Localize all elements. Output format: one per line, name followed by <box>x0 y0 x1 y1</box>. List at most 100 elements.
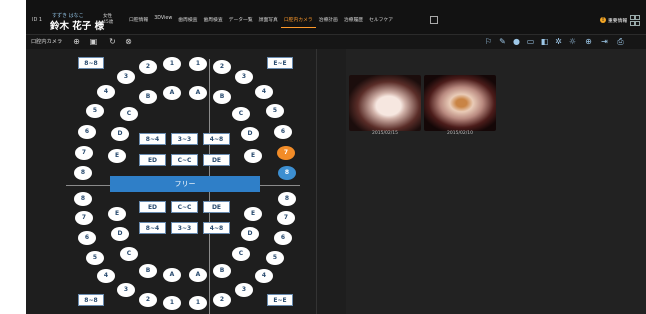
tooth[interactable]: 1 <box>189 57 207 71</box>
notice-label[interactable]: 重要情報 <box>608 17 627 24</box>
tab-intraoral-camera[interactable]: 口腔内カメラ <box>280 14 316 28</box>
group-tag[interactable]: C~C <box>171 201 198 213</box>
tab-perio-exam[interactable]: 歯周検査 <box>175 14 200 28</box>
tooth[interactable]: 3 <box>235 283 253 297</box>
tooth[interactable]: E <box>244 149 262 163</box>
tooth[interactable]: 7 <box>75 211 93 225</box>
range-tag-upper-left[interactable]: 8~8 <box>78 57 104 69</box>
tooth[interactable]: 4 <box>97 85 115 99</box>
group-tag[interactable]: ED <box>139 154 166 166</box>
frame-icon[interactable]: ▣ <box>89 37 98 46</box>
tooth[interactable]: A <box>163 268 181 282</box>
tooth[interactable]: D <box>111 227 129 241</box>
export-icon[interactable]: ⇥ <box>600 37 609 46</box>
tooth[interactable]: B <box>213 264 231 278</box>
tooth[interactable]: E <box>244 207 262 221</box>
tab-perio-exam-2[interactable]: 歯周検査 <box>200 14 225 28</box>
tab-selfcare[interactable]: セルフケア <box>366 14 396 28</box>
tooth[interactable]: D <box>241 127 259 141</box>
group-tag[interactable]: DE <box>203 201 230 213</box>
tooth[interactable]: 3 <box>117 283 135 297</box>
tooth[interactable]: E <box>108 149 126 163</box>
tooth[interactable]: E <box>108 207 126 221</box>
compare-icon[interactable]: ⊗ <box>124 37 133 46</box>
group-tag[interactable]: 4~8 <box>203 222 230 234</box>
tooth[interactable]: 7 <box>75 146 93 160</box>
tooth[interactable]: C <box>232 247 250 261</box>
tab-data-list[interactable]: データ一覧 <box>226 14 256 28</box>
free-button[interactable]: フリー <box>110 176 260 192</box>
tooth[interactable]: 8 <box>74 166 92 180</box>
tooth[interactable]: 6 <box>78 125 96 139</box>
patient-age: 45歳 <box>103 20 114 25</box>
tooth[interactable]: B <box>139 90 157 104</box>
tooth-selected[interactable]: 7 <box>277 146 295 160</box>
tooth[interactable]: D <box>241 227 259 241</box>
tooth[interactable]: B <box>213 90 231 104</box>
range-tag-lower-left[interactable]: 8~8 <box>78 294 104 306</box>
image-icon[interactable]: ▭ <box>526 37 535 46</box>
zoom-in-icon[interactable]: ⊕ <box>584 37 593 46</box>
tooth[interactable]: 1 <box>163 296 181 310</box>
tooth[interactable]: C <box>120 107 138 121</box>
tooth-highlighted[interactable]: 8 <box>278 166 296 180</box>
range-tag-upper-right[interactable]: E~E <box>267 57 293 69</box>
tooth[interactable]: 6 <box>274 125 292 139</box>
tab-oral-info[interactable]: 口腔情報 <box>126 14 151 28</box>
tooth[interactable]: 1 <box>189 296 207 310</box>
tab-treatment-plan[interactable]: 治療計画 <box>316 14 341 28</box>
grid-icon[interactable] <box>630 15 640 26</box>
tab-3dview[interactable]: 3DView <box>151 14 175 28</box>
tooth[interactable]: 2 <box>139 293 157 307</box>
external-link-icon[interactable] <box>430 16 438 24</box>
tooth[interactable]: 5 <box>266 251 284 265</box>
tooth[interactable]: 8 <box>278 192 296 206</box>
group-tag[interactable]: 3~3 <box>171 222 198 234</box>
tooth[interactable]: 1 <box>163 57 181 71</box>
tooth[interactable]: D <box>111 127 129 141</box>
tooth[interactable]: 5 <box>86 251 104 265</box>
color-icon[interactable]: ● <box>512 37 521 46</box>
tooth[interactable]: 2 <box>213 293 231 307</box>
panel-icon[interactable]: ◧ <box>540 37 549 46</box>
photo-thumbnail[interactable] <box>424 75 496 131</box>
tooth[interactable]: 2 <box>139 60 157 74</box>
tooth[interactable]: A <box>163 86 181 100</box>
print-icon[interactable]: ⎙ <box>616 37 625 46</box>
rotate-icon[interactable]: ↻ <box>108 37 117 46</box>
tooth[interactable]: 5 <box>86 104 104 118</box>
tooth[interactable]: 3 <box>235 70 253 84</box>
group-tag[interactable]: 8~4 <box>139 133 166 145</box>
group-tag[interactable]: DE <box>203 154 230 166</box>
tooth[interactable]: B <box>139 264 157 278</box>
bulb-icon[interactable]: ☼ <box>568 37 577 46</box>
tooth[interactable]: 4 <box>255 85 273 99</box>
patient-name: 鈴木 花子 様 <box>50 21 105 32</box>
tooth[interactable]: 6 <box>274 231 292 245</box>
group-tag[interactable]: 3~3 <box>171 133 198 145</box>
tooth[interactable]: 4 <box>255 269 273 283</box>
group-tag[interactable]: 8~4 <box>139 222 166 234</box>
search-icon[interactable]: ⊕ <box>72 37 81 46</box>
settings-icon[interactable]: ✲ <box>554 37 563 46</box>
tooth[interactable]: 6 <box>78 231 96 245</box>
bookmark-icon[interactable]: ⚐ <box>484 37 493 46</box>
tag-icon[interactable]: ✎ <box>498 37 507 46</box>
group-tag[interactable]: C~C <box>171 154 198 166</box>
tooth[interactable]: 4 <box>97 269 115 283</box>
photo-thumbnail[interactable] <box>349 75 421 131</box>
tooth[interactable]: A <box>189 268 207 282</box>
tooth[interactable]: C <box>120 247 138 261</box>
tooth[interactable]: A <box>189 86 207 100</box>
tooth[interactable]: 5 <box>266 104 284 118</box>
tooth[interactable]: 3 <box>117 70 135 84</box>
group-tag[interactable]: 4~8 <box>203 133 230 145</box>
tooth[interactable]: 2 <box>213 60 231 74</box>
tooth[interactable]: 7 <box>277 211 295 225</box>
tab-treatment-history[interactable]: 治療履歴 <box>341 14 366 28</box>
range-tag-lower-right[interactable]: E~E <box>267 294 293 306</box>
tooth[interactable]: 8 <box>74 192 92 206</box>
tooth[interactable]: C <box>232 107 250 121</box>
group-tag[interactable]: ED <box>139 201 166 213</box>
tab-facial-photos[interactable]: 顔面写真 <box>256 14 281 28</box>
